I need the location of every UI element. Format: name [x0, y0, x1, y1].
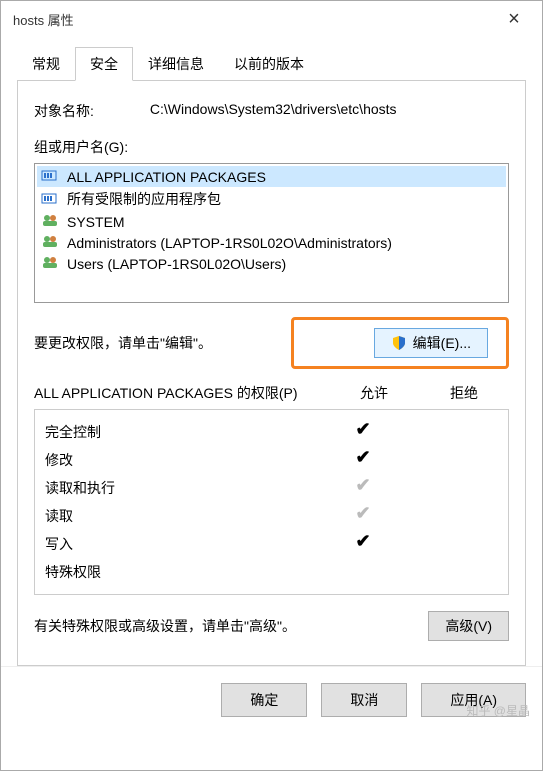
perm-label: 写入 [45, 534, 318, 554]
titlebar: hosts 属性 × [1, 1, 542, 37]
check-icon: ✔ [318, 506, 408, 526]
tab-security[interactable]: 安全 [75, 47, 133, 81]
principal-label: Administrators (LAPTOP-1RS0L02O\Administ… [67, 235, 392, 251]
perm-special: 特殊权限 [45, 558, 498, 586]
perm-read: 读取 ✔ [45, 502, 498, 530]
check-icon: ✔ [318, 478, 408, 498]
object-name-row: 对象名称: C:\Windows\System32\drivers\etc\ho… [34, 101, 509, 121]
principal-system[interactable]: SYSTEM [37, 211, 506, 232]
advanced-hint: 有关特殊权限或高级设置，请单击"高级"。 [34, 616, 428, 636]
permissions-header: ALL APPLICATION PACKAGES 的权限(P) 允许 拒绝 [34, 383, 509, 403]
edit-hint-row: 要更改权限，请单击"编辑"。 编辑(E)... [34, 317, 509, 369]
check-icon: ✔ [318, 534, 408, 554]
advanced-button[interactable]: 高级(V) [428, 611, 509, 641]
perm-label: 特殊权限 [45, 562, 318, 582]
perm-write: 写入 ✔ [45, 530, 498, 558]
deny-cell [408, 478, 498, 498]
perm-label: 读取和执行 [45, 478, 318, 498]
edit-button-highlight: 编辑(E)... [291, 317, 509, 369]
allow-header: 允许 [329, 383, 419, 403]
edit-button[interactable]: 编辑(E)... [374, 328, 488, 358]
deny-cell [408, 534, 498, 554]
package-icon [41, 168, 61, 185]
package-icon [41, 191, 61, 208]
window-title: hosts 属性 [13, 10, 494, 29]
deny-cell [408, 506, 498, 526]
principal-all-packages[interactable]: ALL APPLICATION PACKAGES [37, 166, 506, 187]
close-icon[interactable]: × [494, 9, 534, 29]
tab-details[interactable]: 详细信息 [133, 47, 219, 81]
perm-label: 完全控制 [45, 422, 318, 442]
dialog-footer: 确定 取消 应用(A) 知乎 @星晶 [1, 666, 542, 733]
check-icon: ✔ [318, 450, 408, 470]
apply-button[interactable]: 应用(A) [421, 683, 526, 717]
principal-label: 所有受限制的应用程序包 [67, 189, 221, 209]
permissions-caption: ALL APPLICATION PACKAGES 的权限(P) [34, 383, 329, 403]
perm-label: 修改 [45, 450, 318, 470]
object-name-value: C:\Windows\System32\drivers\etc\hosts [150, 101, 397, 121]
shield-icon [391, 335, 407, 351]
principal-label: ALL APPLICATION PACKAGES [67, 169, 266, 185]
tab-previous-versions[interactable]: 以前的版本 [219, 47, 319, 81]
advanced-hint-row: 有关特殊权限或高级设置，请单击"高级"。 高级(V) [34, 611, 509, 641]
permissions-table: 完全控制 ✔ 修改 ✔ 读取和执行 ✔ 读取 ✔ [34, 409, 509, 595]
tab-general[interactable]: 常规 [17, 47, 75, 81]
perm-full-control: 完全控制 ✔ [45, 418, 498, 446]
edit-hint: 要更改权限，请单击"编辑"。 [34, 333, 291, 353]
group-icon [41, 255, 61, 272]
cancel-button[interactable]: 取消 [321, 683, 407, 717]
allow-cell [318, 562, 408, 582]
principal-users[interactable]: Users (LAPTOP-1RS0L02O\Users) [37, 253, 506, 274]
principal-label: SYSTEM [67, 214, 125, 230]
ok-button[interactable]: 确定 [221, 683, 307, 717]
tabs: 常规 安全 详细信息 以前的版本 [17, 47, 526, 81]
properties-dialog: hosts 属性 × 常规 安全 详细信息 以前的版本 对象名称: C:\Win… [0, 0, 543, 771]
deny-cell [408, 422, 498, 442]
tab-container: 常规 安全 详细信息 以前的版本 对象名称: C:\Windows\System… [1, 37, 542, 666]
principal-restricted-packages[interactable]: 所有受限制的应用程序包 [37, 187, 506, 211]
check-icon: ✔ [318, 422, 408, 442]
perm-label: 读取 [45, 506, 318, 526]
group-icon [41, 213, 61, 230]
deny-header: 拒绝 [419, 383, 509, 403]
deny-cell [408, 450, 498, 470]
principal-administrators[interactable]: Administrators (LAPTOP-1RS0L02O\Administ… [37, 232, 506, 253]
principal-label: Users (LAPTOP-1RS0L02O\Users) [67, 256, 286, 272]
perm-modify: 修改 ✔ [45, 446, 498, 474]
edit-button-label: 编辑(E)... [413, 333, 471, 353]
group-icon [41, 234, 61, 251]
deny-cell [408, 562, 498, 582]
principals-list[interactable]: ALL APPLICATION PACKAGES 所有受限制的应用程序包 SYS… [34, 163, 509, 303]
object-name-label: 对象名称: [34, 101, 94, 121]
tab-panel-security: 对象名称: C:\Windows\System32\drivers\etc\ho… [17, 80, 526, 666]
groups-label: 组或用户名(G): [34, 137, 509, 157]
perm-read-execute: 读取和执行 ✔ [45, 474, 498, 502]
